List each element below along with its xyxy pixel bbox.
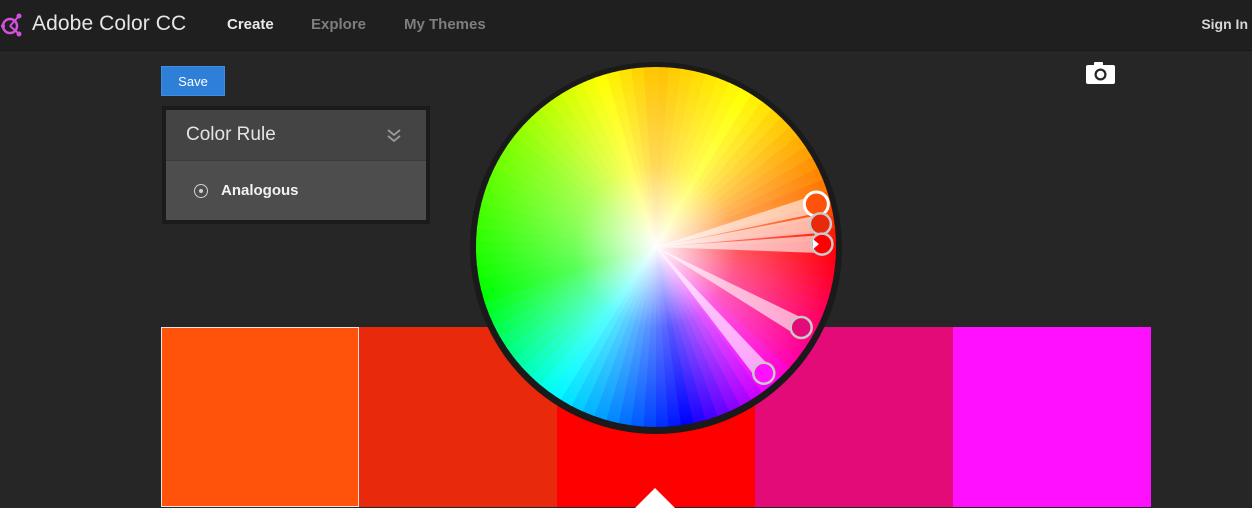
color-handle-5[interactable] — [752, 361, 776, 385]
double-chevron-down-icon[interactable] — [386, 127, 402, 143]
radio-selected-icon — [194, 184, 208, 198]
nav-create[interactable]: Create — [227, 16, 274, 33]
camera-icon[interactable] — [1086, 62, 1115, 84]
color-handle-4[interactable] — [789, 315, 813, 340]
base-color-marker-icon — [635, 488, 675, 508]
top-navigation-bar: Adobe Color CC Create Explore My Themes … — [0, 0, 1252, 51]
app-title[interactable]: Adobe Color CC — [32, 12, 186, 36]
nav-my-themes[interactable]: My Themes — [404, 16, 486, 33]
color-rule-dropdown[interactable]: Color Rule — [166, 110, 426, 161]
color-wheel[interactable] — [470, 62, 850, 434]
color-swatch-5[interactable] — [953, 327, 1151, 507]
color-swatch-1[interactable] — [161, 327, 359, 507]
sign-in-link[interactable]: Sign In — [1201, 16, 1248, 32]
color-rule-title: Color Rule — [186, 124, 276, 145]
color-rule-panel: Color Rule Analogous — [162, 106, 430, 224]
color-handle-2[interactable] — [808, 212, 833, 236]
color-rule-option-analogous[interactable]: Analogous — [166, 161, 426, 220]
color-rule-option-label: Analogous — [221, 182, 299, 199]
nav-explore[interactable]: Explore — [311, 16, 366, 33]
adobe-color-logo-icon[interactable] — [0, 12, 24, 38]
color-handle-1[interactable] — [802, 190, 830, 218]
save-button[interactable]: Save — [161, 66, 225, 96]
